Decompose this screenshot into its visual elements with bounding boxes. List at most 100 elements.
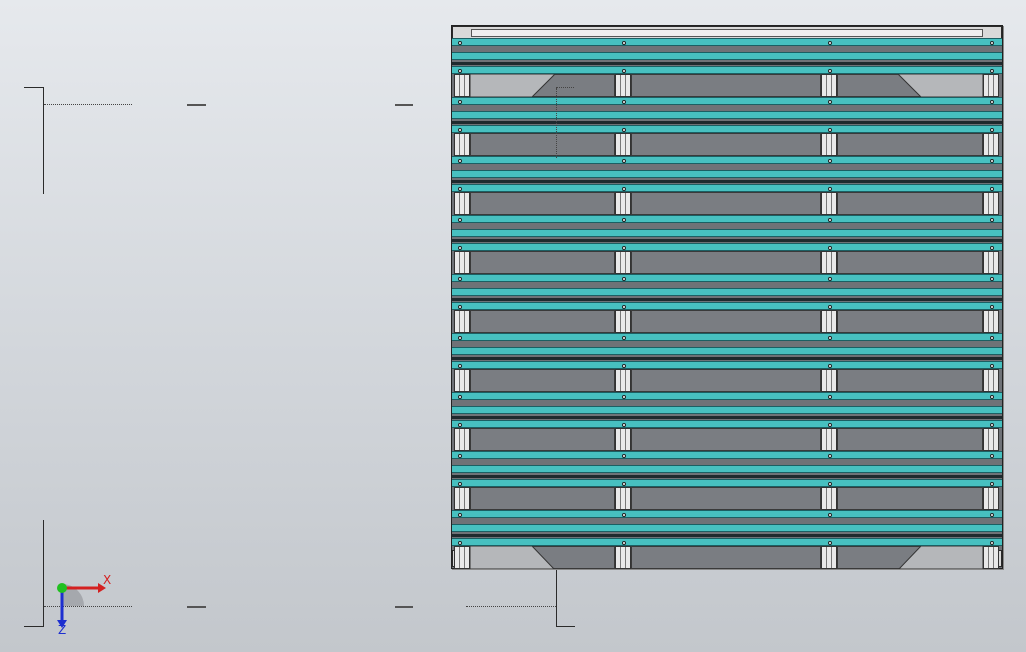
bay-panel [631,487,821,510]
bolt-hole [458,100,462,104]
bolt-hole [458,423,462,427]
vertical-post [983,546,999,569]
sketch-corner-bottom-right-v [556,567,557,626]
bolt-hole [458,69,462,73]
bolt-hole [828,305,832,309]
bolt-hole [622,336,626,340]
vertical-post [454,251,470,274]
bolt-hole [990,159,994,163]
bay-panel [470,192,615,215]
bolt-hole [828,246,832,250]
slat-upper [452,510,1002,518]
bolt-hole [458,336,462,340]
bay-panel [837,133,983,156]
bay-panel [470,133,615,156]
slat-upper [452,156,1002,164]
sketch-line-top [44,104,132,106]
slat-lower [452,302,1002,310]
slat-shadow [452,121,1002,124]
vertical-post [821,428,837,451]
vertical-post [983,487,999,510]
bay-panel [631,369,821,392]
bolt-hole [990,218,994,222]
bolt-hole [990,482,994,486]
vertical-post [454,133,470,156]
bolt-hole [828,41,832,45]
bay-panel [837,487,983,510]
vertical-post [615,74,631,97]
bay-panel [470,428,615,451]
slat-upper [452,215,1002,223]
bolt-hole [622,69,626,73]
bolt-hole [828,187,832,191]
bay-panel [631,192,821,215]
vertical-post [983,133,999,156]
bolt-hole [828,364,832,368]
bolt-hole [828,541,832,545]
bolt-hole [828,423,832,427]
bolt-hole [990,423,994,427]
vertical-post [983,74,999,97]
vertical-post [454,428,470,451]
bolt-hole [828,277,832,281]
slat-lower [452,479,1002,487]
slat-lower [452,66,1002,74]
bolt-hole [458,395,462,399]
slat-upper [452,392,1002,400]
bay-panel [631,133,821,156]
sketch-dash-top-2 [395,104,413,106]
bay-panel [470,369,615,392]
slat-shadow [452,62,1002,65]
vertical-post [615,428,631,451]
x-axis-label: X [103,573,111,587]
bolt-hole [458,277,462,281]
bolt-hole [990,336,994,340]
bolt-hole [990,364,994,368]
slat-lower [452,184,1002,192]
axis-triad: X Z [57,573,111,637]
vertical-post [615,546,631,569]
vertical-post [615,192,631,215]
bolt-hole [622,305,626,309]
bolt-hole [828,128,832,132]
bolt-hole [990,277,994,281]
vertical-post [615,369,631,392]
bay-panel [470,251,615,274]
slat-lower [452,538,1002,546]
bolt-hole [622,513,626,517]
bay-panel [837,369,983,392]
vertical-post [821,133,837,156]
vertical-post [983,428,999,451]
slat-shadow [452,298,1002,301]
bolt-hole [458,482,462,486]
bolt-hole [622,277,626,281]
bolt-hole [622,541,626,545]
sketch-dash-bottom-1 [187,606,206,608]
vertical-post [454,487,470,510]
bolt-hole [990,128,994,132]
bolt-hole [458,364,462,368]
bay-panel [631,546,821,569]
slat-lower [452,243,1002,251]
bolt-hole [622,128,626,132]
bolt-hole [990,395,994,399]
bolt-hole [458,128,462,132]
vertical-post [821,310,837,333]
bolt-hole [622,41,626,45]
vertical-post [983,251,999,274]
bolt-hole [622,423,626,427]
pallet-frame-assembly[interactable] [451,25,1003,569]
bolt-hole [622,395,626,399]
vertical-post [615,310,631,333]
slat-shadow [452,475,1002,478]
bolt-hole [458,159,462,163]
sketch-line-bottom-right [466,606,556,608]
bolt-hole [990,187,994,191]
bolt-hole [622,246,626,250]
graphics-viewport[interactable]: X Z [0,0,1026,652]
bay-panel [470,487,615,510]
bolt-hole [828,395,832,399]
vertical-post [454,546,470,569]
frame-top-rail-face [471,29,983,37]
bolt-hole [458,454,462,458]
